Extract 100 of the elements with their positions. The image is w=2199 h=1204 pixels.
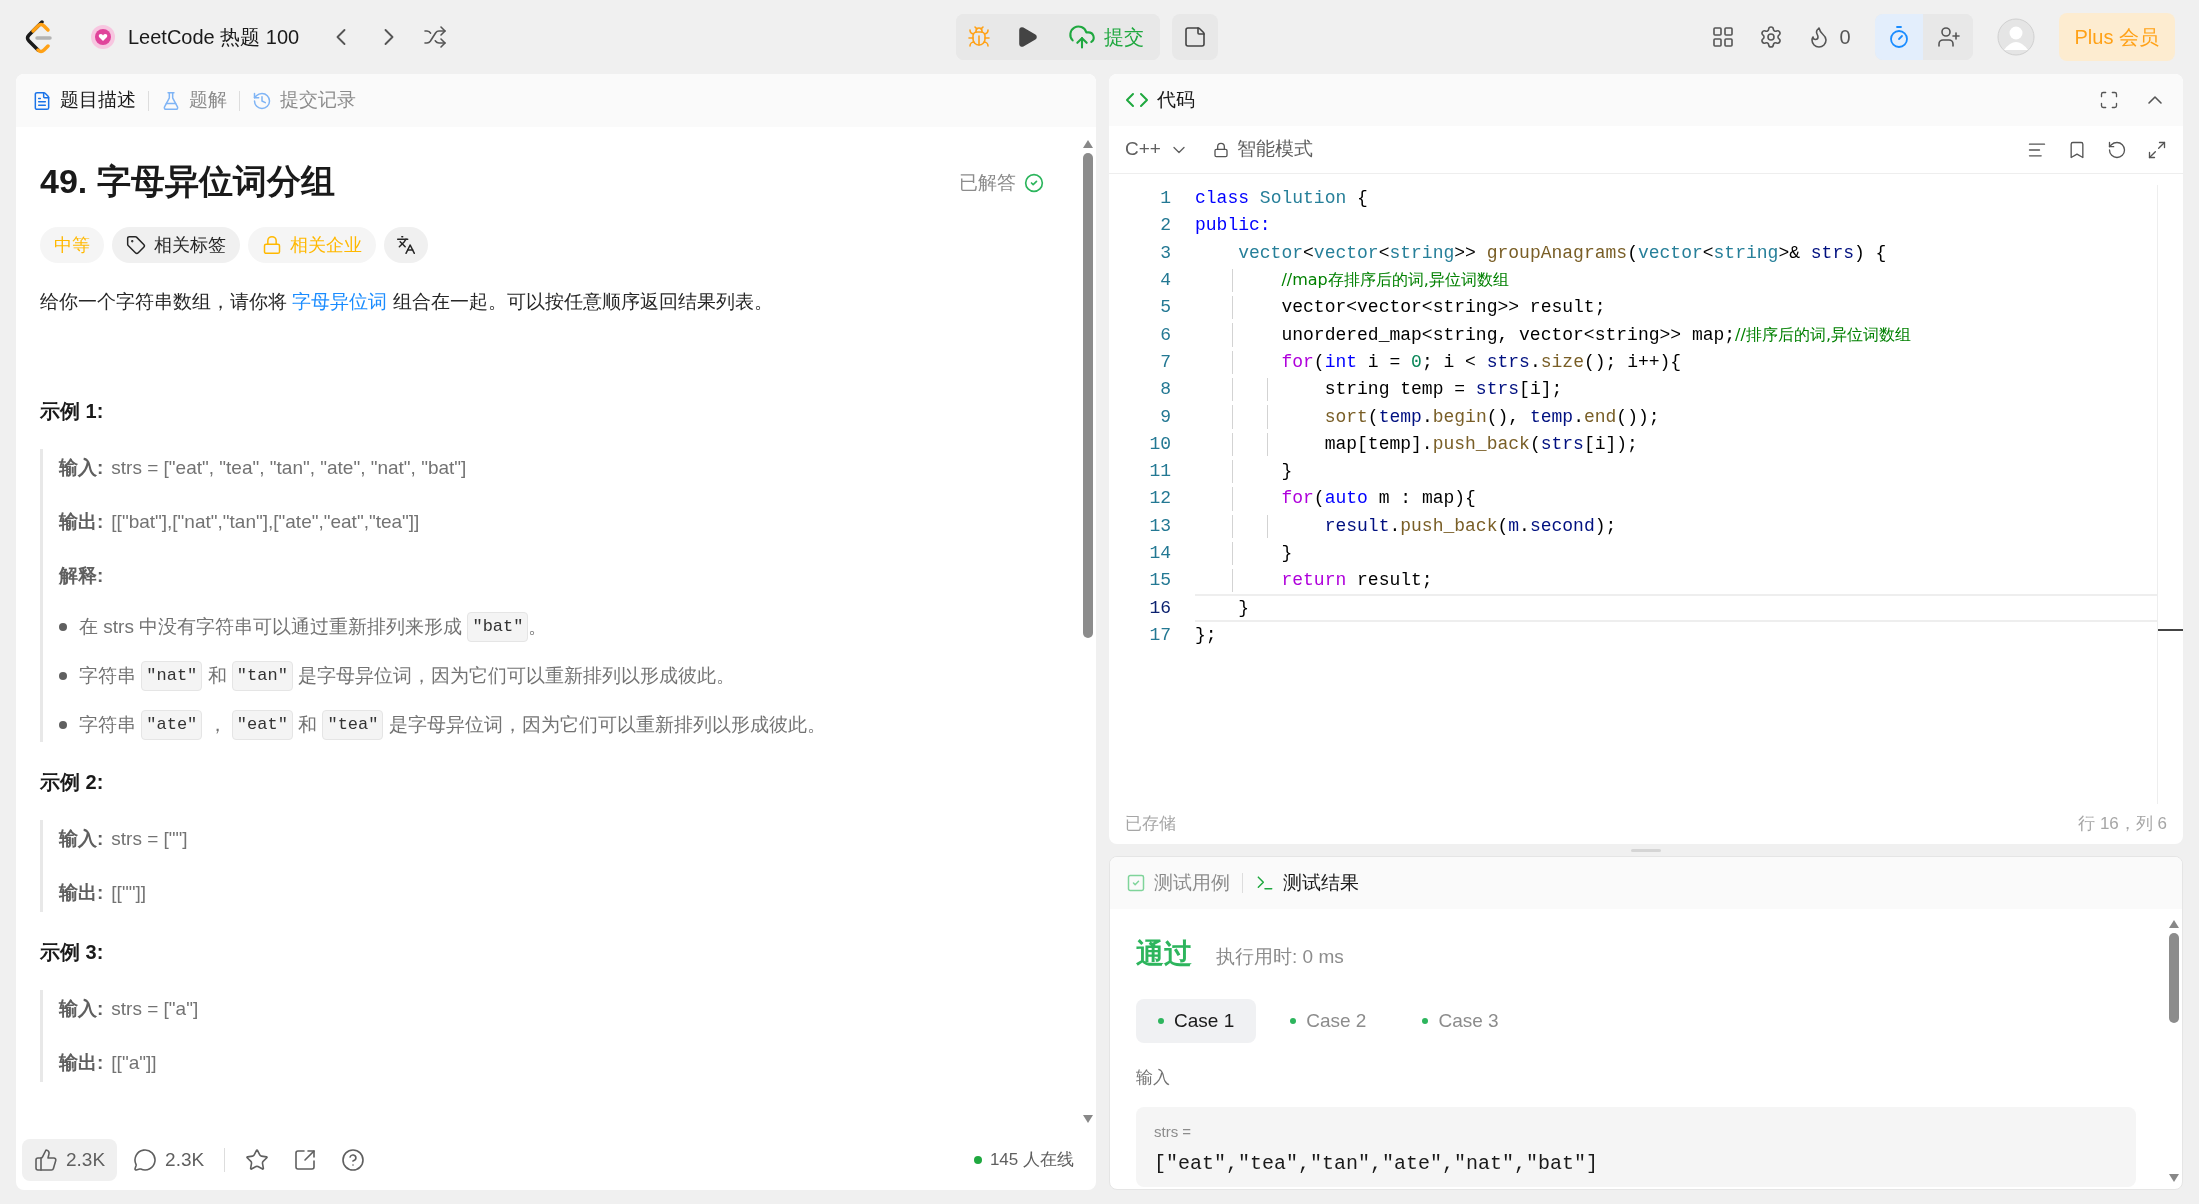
test-tab[interactable]: 测试结果 <box>1255 868 1359 898</box>
mode-label[interactable]: 智能模式 <box>1236 135 1313 164</box>
reset-icon[interactable] <box>2107 139 2127 160</box>
comment-button[interactable]: 2.3K <box>121 1139 217 1181</box>
anagram-link[interactable]: 字母异位词 <box>292 291 388 312</box>
input-field: strs = ["eat","tea","tan","ate","nat","bat"] <box>1136 1106 2136 1187</box>
saved-status: 已存储 <box>1125 813 1176 836</box>
example-label: 解释: <box>59 563 104 588</box>
translate-button[interactable] <box>384 227 428 263</box>
code-line: result.push_back(m.second); <box>1323 514 1617 538</box>
streak-count: 0 <box>1839 25 1851 50</box>
tag-icon <box>126 235 146 255</box>
explanation-text: 和 <box>297 712 319 737</box>
scroll-thumb[interactable] <box>1083 153 1093 638</box>
logo-icon[interactable] <box>24 20 54 54</box>
line-number: 14 <box>1148 542 1171 565</box>
topics-tag[interactable]: 相关标签 <box>112 227 240 263</box>
line-number: 9 <box>1159 405 1171 429</box>
input-label: 输入 <box>1136 1067 1171 1089</box>
scroll-down-icon[interactable] <box>2168 1173 2180 1183</box>
language-select[interactable]: C++ <box>1125 135 1189 164</box>
problem-tab[interactable]: 题解 <box>161 86 227 115</box>
online-count: 145 人在线 <box>989 1149 1074 1172</box>
example-label: 输出: <box>59 509 104 534</box>
cursor-position: 行 16，列 6 <box>2078 813 2167 836</box>
example-value: strs = ["a"] <box>111 996 199 1021</box>
example-value: strs = ["eat", "tea", "tan", "ate", "nat", "bat"] <box>111 455 467 480</box>
explanation-text: 字符串 <box>79 663 137 688</box>
inline-code: "tea" <box>322 710 384 740</box>
code-line: unordered_map<string, vector<string>> map;//排序后的词,异位词数组 <box>1280 323 1911 347</box>
code-line: }; <box>1195 623 1217 647</box>
layout-icon[interactable] <box>1711 25 1736 49</box>
example-heading: 示例 2: <box>40 770 105 795</box>
status-dot-icon <box>1422 1018 1429 1024</box>
inline-code: "nat" <box>141 661 203 691</box>
code-tab[interactable]: 代码 <box>1125 85 1195 115</box>
note-icon <box>1183 25 1207 49</box>
code-line: map[temp].push_back(strs[i]); <box>1323 432 1638 456</box>
bullet-icon <box>59 672 67 680</box>
case-tab[interactable]: Case 3 <box>1400 999 1521 1043</box>
like-button[interactable]: 2.3K <box>22 1139 118 1181</box>
example-label: 输入: <box>59 455 104 480</box>
help-icon[interactable] <box>341 1148 366 1172</box>
line-number: 8 <box>1159 378 1171 402</box>
solved-status: 已解答 <box>959 171 1016 195</box>
document-icon <box>32 90 52 111</box>
flask-icon <box>161 90 181 111</box>
code-line: vector<vector<string>> result; <box>1280 296 1606 320</box>
code-line: string temp = strs[i]; <box>1323 378 1563 402</box>
terminal-icon <box>1255 873 1275 893</box>
settings-icon[interactable] <box>1759 25 1784 49</box>
study-plan-title[interactable]: LeetCode 热题 100 <box>128 22 300 52</box>
translate-icon <box>396 235 416 255</box>
code-line: } <box>1280 460 1293 484</box>
line-number: 2 <box>1159 214 1171 238</box>
example-value: strs = [""] <box>111 826 188 851</box>
code-line: class Solution { <box>1195 187 1368 211</box>
line-number: 15 <box>1148 569 1171 593</box>
line-number: 1 <box>1159 187 1171 211</box>
note-button[interactable] <box>1172 14 1218 60</box>
example-heading: 示例 1: <box>40 399 105 424</box>
problem-title: 49. 字母异位词分组 <box>40 161 335 202</box>
bullet-icon <box>59 623 67 631</box>
lock-icon <box>262 235 282 255</box>
status-dot-icon <box>1290 1018 1297 1024</box>
inline-code: "tan" <box>231 661 293 691</box>
problem-tab[interactable]: 题目描述 <box>32 86 136 115</box>
case-tab[interactable]: Case 1 <box>1136 999 1257 1043</box>
check-icon <box>1024 173 1044 194</box>
example-label: 输出: <box>59 880 104 905</box>
explanation-text: 。 <box>528 614 548 639</box>
difficulty-badge: 中等 <box>40 227 104 263</box>
line-number: 11 <box>1148 460 1171 484</box>
explanation-text: 是字母异位词，因为它们可以重新排列以形成彼此。 <box>297 663 736 688</box>
scroll-up-icon[interactable] <box>2168 919 2180 929</box>
inline-code: "ate" <box>141 710 203 740</box>
scroll-up-icon[interactable] <box>1082 139 1094 149</box>
add-user-icon <box>1936 25 1961 49</box>
line-number: 6 <box>1159 323 1171 347</box>
history-icon <box>252 90 272 111</box>
expand-icon[interactable] <box>2147 139 2167 160</box>
line-number: 7 <box>1159 350 1171 374</box>
fullscreen-icon[interactable] <box>2099 90 2119 110</box>
explanation-text: 在 strs 中没有字符串可以通过重新排列来形成 <box>79 614 464 639</box>
problem-tab[interactable]: 提交记录 <box>252 86 356 115</box>
example-label: 输出: <box>59 1050 104 1075</box>
verdict: 通过 <box>1136 937 1192 971</box>
line-number: 10 <box>1148 432 1171 456</box>
favorite-icon[interactable] <box>245 1148 270 1172</box>
shuffle-icon[interactable] <box>423 25 448 49</box>
scroll-down-icon[interactable] <box>1082 1114 1094 1124</box>
case-tab[interactable]: Case 2 <box>1268 999 1389 1043</box>
scroll-thumb[interactable] <box>2169 933 2179 1023</box>
test-tab[interactable]: 测试用例 <box>1126 868 1230 898</box>
explanation-text: ， <box>206 712 228 737</box>
share-icon[interactable] <box>293 1148 318 1172</box>
thumbs-up-icon <box>34 1148 58 1172</box>
timer-button[interactable] <box>1874 14 1923 60</box>
example-value: [["bat"],["nat","tan"],["ate","eat","tea"]] <box>111 509 420 534</box>
code-line: } <box>1280 542 1293 565</box>
